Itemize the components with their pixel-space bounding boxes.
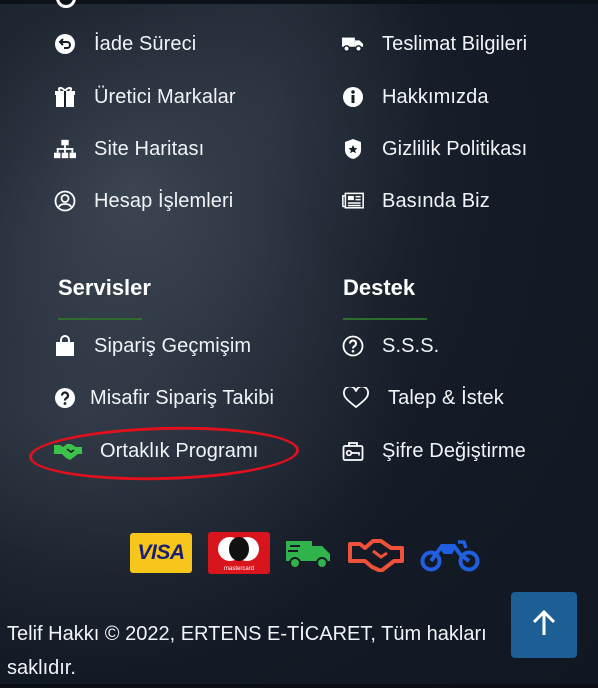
link-hesap-islemleri[interactable]: Hesap İşlemleri — [54, 186, 233, 216]
link-site-haritasi[interactable]: Site Haritası — [54, 134, 204, 164]
link-misafir-siparis-takibi[interactable]: Misafir Sipariş Takibi — [54, 383, 274, 413]
newspaper-icon — [342, 190, 364, 212]
link-talep-istek[interactable]: Talep & İstek — [342, 383, 504, 413]
motorcycle-icon — [420, 534, 480, 572]
link-sss[interactable]: S.S.S. — [342, 331, 439, 361]
link-uretici-markalar[interactable]: Üretici Markalar — [54, 82, 236, 112]
link-label: Sipariş Geçmişim — [94, 334, 252, 357]
link-label: Site Haritası — [94, 137, 205, 160]
link-sifre-degistirme[interactable]: Şifre Değiştirme — [342, 436, 526, 466]
undo-circle-icon — [54, 33, 76, 55]
link-iade-sureci[interactable]: İade Süreci — [54, 29, 196, 59]
handshake-payment-icon — [348, 534, 404, 572]
sitemap-icon — [54, 138, 76, 160]
link-label: Şifre Değiştirme — [382, 439, 526, 462]
key-box-icon — [342, 440, 364, 462]
link-hakkimizda[interactable]: Hakkımızda — [342, 82, 489, 112]
link-label: Basında Biz — [382, 189, 490, 212]
link-label: İade Süreci — [94, 32, 197, 55]
destek-heading: Destek — [343, 275, 416, 300]
heart-icon — [342, 387, 370, 409]
bottom-edge — [0, 684, 598, 688]
shield-badge-icon — [342, 138, 364, 160]
link-label: Misafir Sipariş Takibi — [90, 386, 275, 409]
link-label: S.S.S. — [382, 334, 440, 357]
question-circle-outline-icon — [342, 335, 364, 357]
destek-underline — [343, 318, 427, 320]
link-label: Hakkımızda — [382, 85, 489, 108]
truck-icon — [342, 33, 364, 55]
mastercard-icon: mastercard — [208, 532, 270, 574]
mastercard-label: mastercard — [223, 566, 254, 572]
copyright-text: Telif Hakkı © 2022, ERTENS E-TİCARET, Tü… — [7, 623, 487, 679]
link-teslimat-bilgileri[interactable]: Teslimat Bilgileri — [342, 29, 527, 59]
visa-icon: VISA — [130, 533, 192, 573]
link-gizlilik-politikasi[interactable]: Gizlilik Politikası — [342, 134, 527, 164]
servisler-heading: Servisler — [58, 275, 151, 300]
link-basinda-biz[interactable]: Basında Biz — [342, 186, 490, 216]
servisler-underline — [58, 318, 142, 320]
link-label: Gizlilik Politikası — [382, 137, 528, 160]
payment-methods: VISA mastercard — [130, 532, 480, 574]
link-label: Hesap İşlemleri — [94, 189, 234, 212]
link-siparis-gecmisim[interactable]: Sipariş Geçmişim — [54, 331, 251, 361]
user-circle-icon — [54, 190, 76, 212]
gift-icon — [54, 86, 76, 108]
question-circle-icon — [54, 387, 76, 409]
link-label: Talep & İstek — [388, 386, 504, 409]
delivery-truck-icon — [286, 534, 332, 572]
info-circle-icon — [342, 86, 364, 108]
arrow-up-icon — [531, 609, 557, 642]
shopping-bag-icon — [54, 335, 76, 357]
link-label: Üretici Markalar — [94, 85, 236, 108]
link-label: Teslimat Bilgileri — [382, 32, 528, 55]
top-edge — [0, 0, 598, 4]
back-to-top-button[interactable] — [511, 592, 577, 658]
